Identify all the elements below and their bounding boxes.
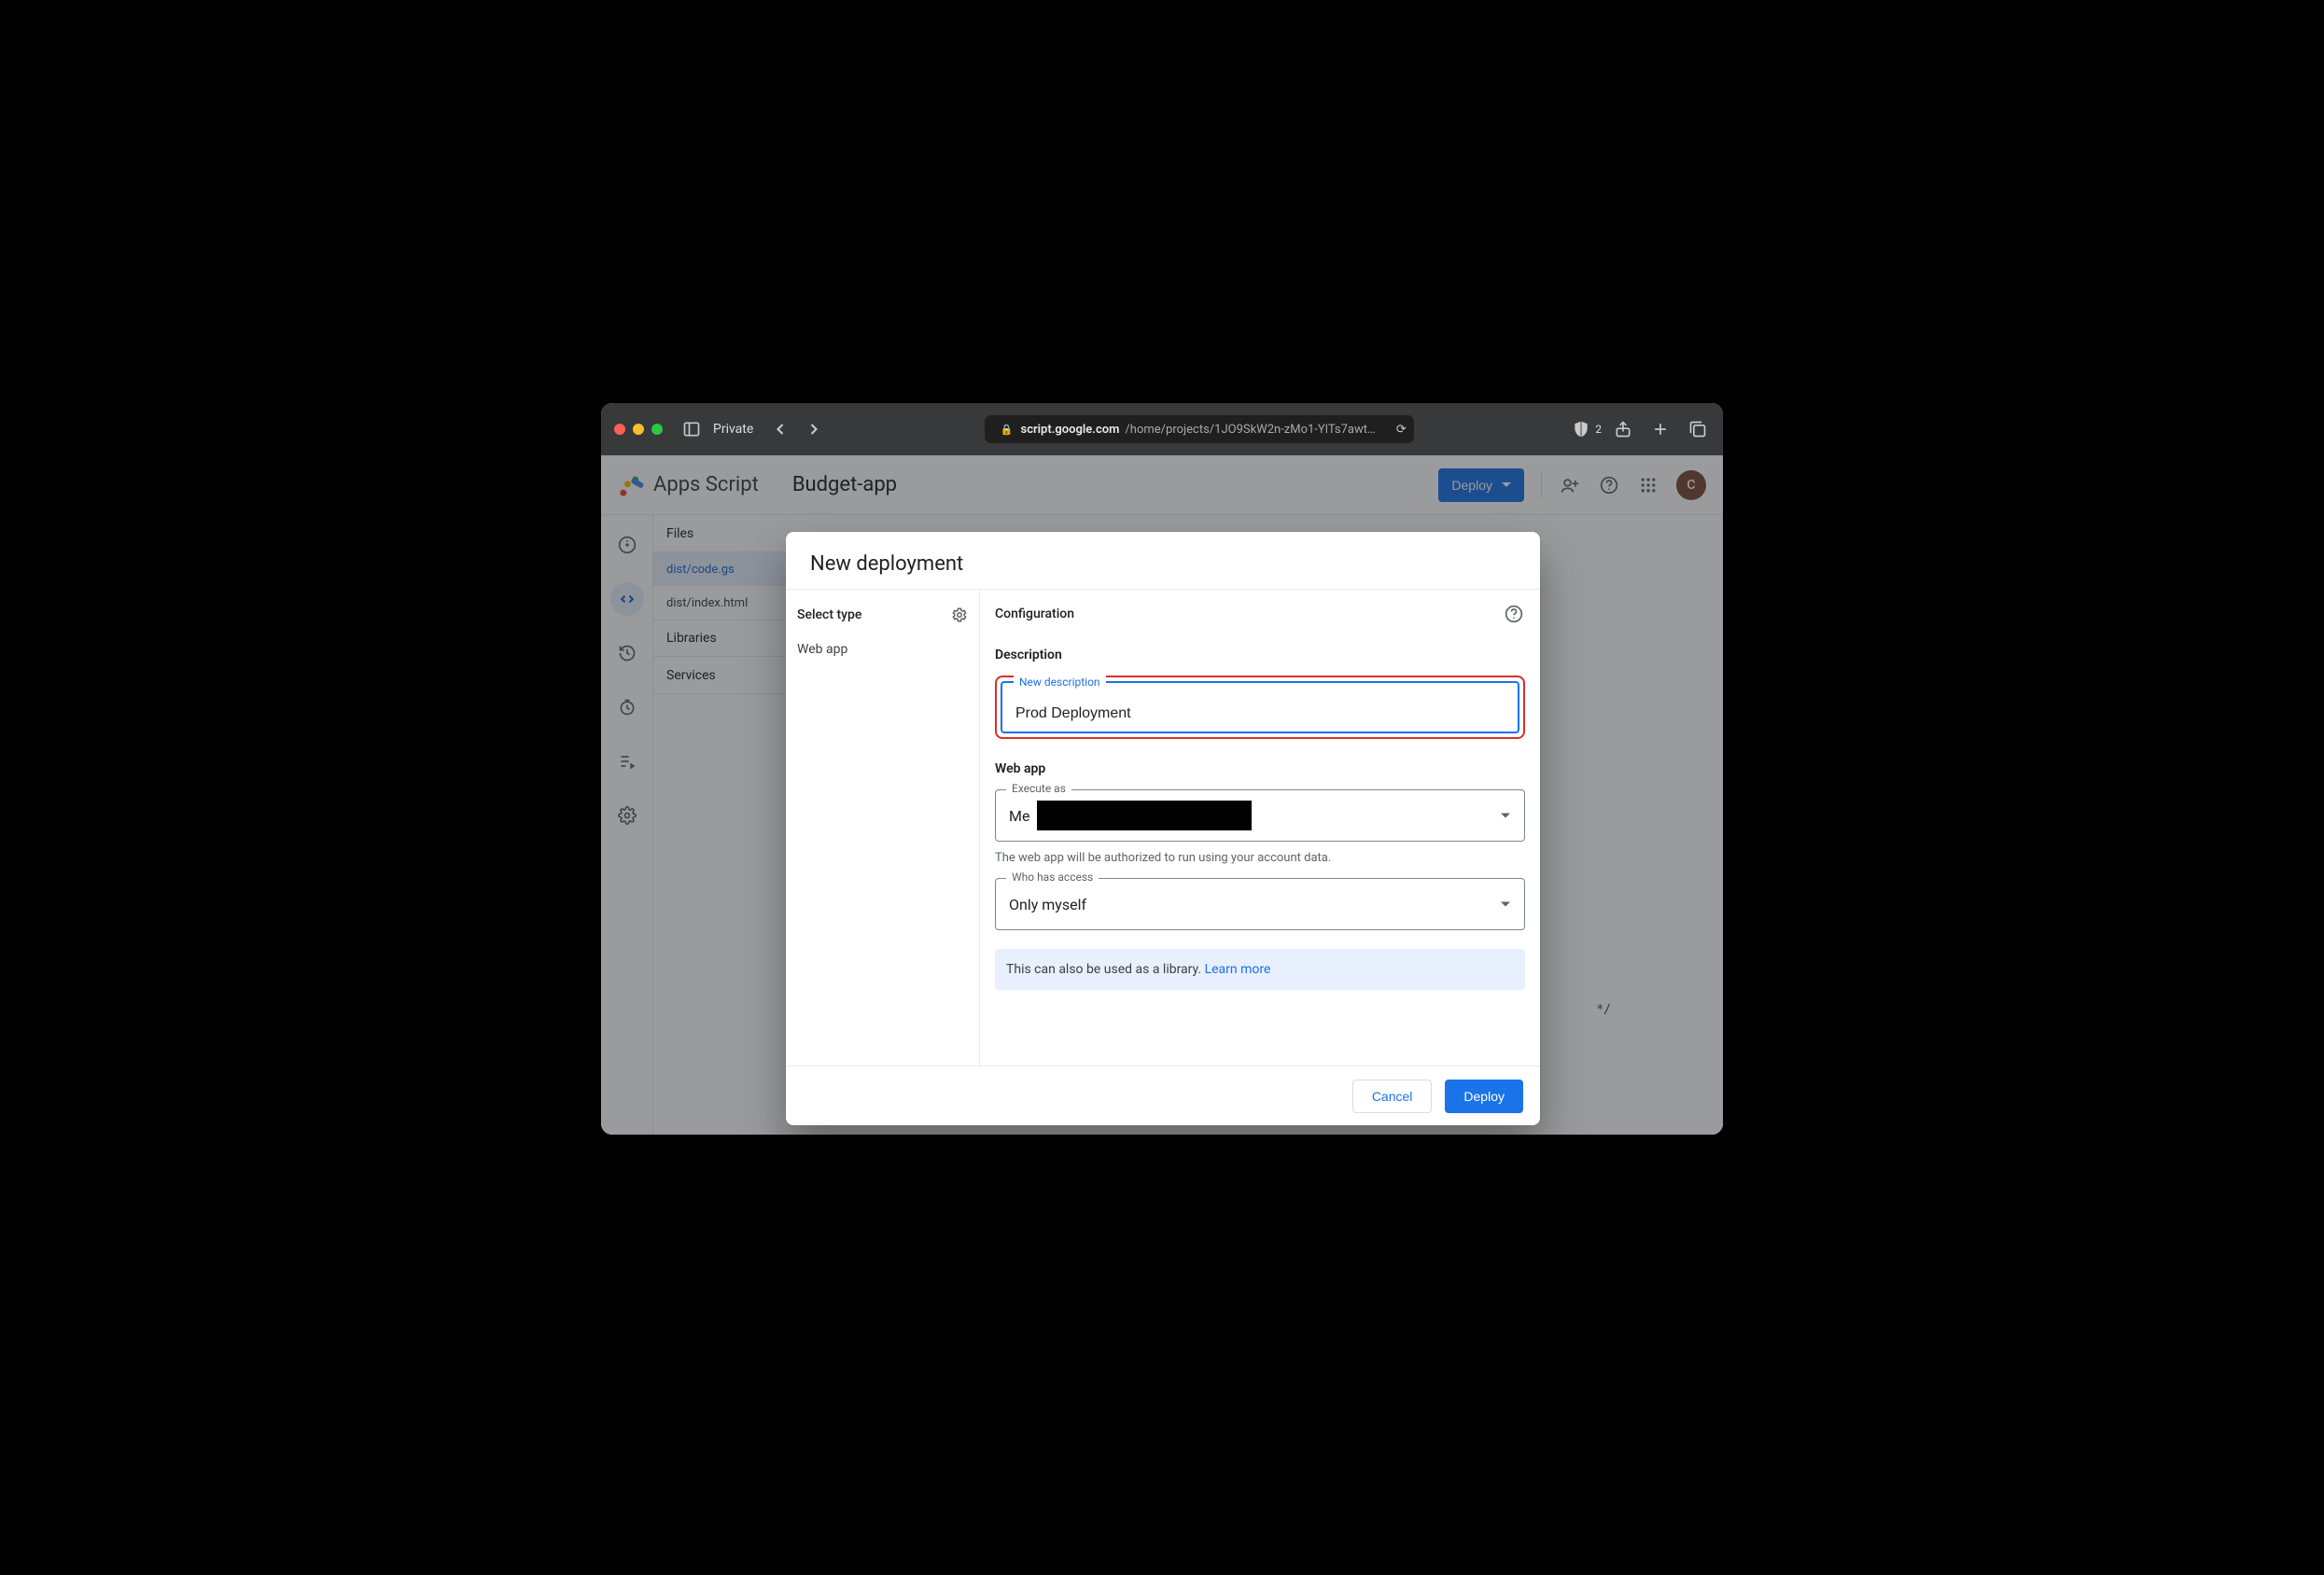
deploy-menu-button[interactable]: Deploy [1438, 468, 1524, 502]
rail-editor-icon[interactable] [610, 582, 644, 616]
deploy-button[interactable]: Deploy [1445, 1080, 1523, 1113]
access-select-wrap: Who has access Only myself [995, 878, 1525, 930]
execute-as-float-label: Execute as [1006, 782, 1071, 795]
access-select[interactable]: Only myself [995, 878, 1525, 930]
library-info-bar: This can also be used as a library. Lear… [995, 949, 1525, 990]
lock-icon: 🔒 [1001, 424, 1014, 436]
dialog-right-panel: Configuration Description New descriptio… [980, 590, 1540, 1066]
chevron-down-icon [1501, 902, 1510, 907]
learn-more-link[interactable]: Learn more [1205, 962, 1271, 977]
apps-script-logo[interactable]: Apps Script [618, 472, 759, 498]
url-host: script.google.com [1021, 423, 1120, 437]
deploy-label: Deploy [1451, 478, 1492, 493]
select-type-label: Select type [797, 607, 861, 622]
new-deployment-dialog: New deployment Select type Web app [786, 532, 1540, 1125]
address-bar[interactable]: 🔒 script.google.com /home/projects/1JO9S… [985, 415, 1414, 443]
url-path: /home/projects/1JO9SkW2n-zMo1-YlTs7awt… [1125, 423, 1375, 437]
new-tab-icon[interactable] [1648, 419, 1673, 439]
rail-history-icon[interactable] [610, 636, 644, 670]
fullscreen-window-icon[interactable] [651, 424, 663, 435]
share-icon[interactable] [1611, 419, 1635, 439]
sidebar-toggle-icon[interactable] [679, 419, 704, 439]
privacy-shield[interactable]: 2 [1572, 420, 1602, 439]
help-icon[interactable] [1598, 474, 1620, 496]
close-window-icon[interactable] [614, 424, 625, 435]
project-title[interactable]: Budget-app [792, 473, 897, 496]
reload-icon[interactable]: ⟳ [1396, 423, 1407, 437]
private-label: Private [713, 422, 753, 437]
browser-window: Private 🔒 script.google.com /home/projec… [601, 403, 1723, 1135]
safari-toolbar: Private 🔒 script.google.com /home/projec… [601, 403, 1723, 455]
access-value: Only myself [1009, 896, 1086, 913]
description-float-label: New description [1014, 676, 1106, 689]
dialog-footer: Cancel Deploy [786, 1066, 1540, 1125]
rail-triggers-icon[interactable] [610, 690, 644, 724]
rail-settings-icon[interactable] [610, 799, 644, 832]
description-section-label: Description [995, 648, 1525, 662]
nav-back-icon[interactable] [768, 419, 792, 439]
rail-executions-icon[interactable] [610, 745, 644, 778]
access-float-label: Who has access [1006, 871, 1099, 884]
info-text: This can also be used as a library. [1006, 962, 1205, 977]
execute-as-value: Me [1009, 807, 1029, 825]
execute-as-select[interactable]: Me [995, 789, 1525, 842]
share-project-icon[interactable] [1559, 474, 1581, 496]
nav-forward-icon[interactable] [802, 419, 826, 439]
deployment-type-web-app[interactable]: Web app [786, 634, 979, 664]
tabs-overview-icon[interactable] [1686, 419, 1710, 439]
description-input[interactable] [1001, 681, 1519, 733]
app-area: Apps Script Budget-app Deploy C [601, 455, 1723, 1135]
description-field-wrap: New description [995, 676, 1525, 739]
rail-overview-icon[interactable] [610, 528, 644, 562]
execute-as-helper: The web app will be authorized to run us… [995, 851, 1525, 865]
left-rail [601, 515, 653, 1135]
execute-as-select-wrap: Execute as Me [995, 789, 1525, 842]
account-avatar[interactable]: C [1676, 470, 1706, 500]
dialog-left-panel: Select type Web app [786, 590, 980, 1066]
dialog-help-icon[interactable] [1503, 603, 1525, 625]
shield-count: 2 [1595, 423, 1602, 436]
window-controls[interactable] [614, 424, 663, 435]
minimize-window-icon[interactable] [633, 424, 644, 435]
configuration-label: Configuration [995, 606, 1074, 621]
apps-grid-icon[interactable] [1637, 474, 1659, 496]
logo-text: Apps Script [653, 473, 759, 496]
gear-icon[interactable] [951, 606, 968, 623]
redacted-email [1037, 801, 1252, 830]
chevron-down-icon [1501, 814, 1510, 818]
cancel-button[interactable]: Cancel [1352, 1080, 1433, 1113]
webapp-section-label: Web app [995, 761, 1525, 776]
app-header: Apps Script Budget-app Deploy C [601, 455, 1723, 515]
chevron-down-icon [1502, 482, 1511, 487]
dialog-title: New deployment [786, 532, 1540, 589]
divider [1541, 472, 1542, 498]
